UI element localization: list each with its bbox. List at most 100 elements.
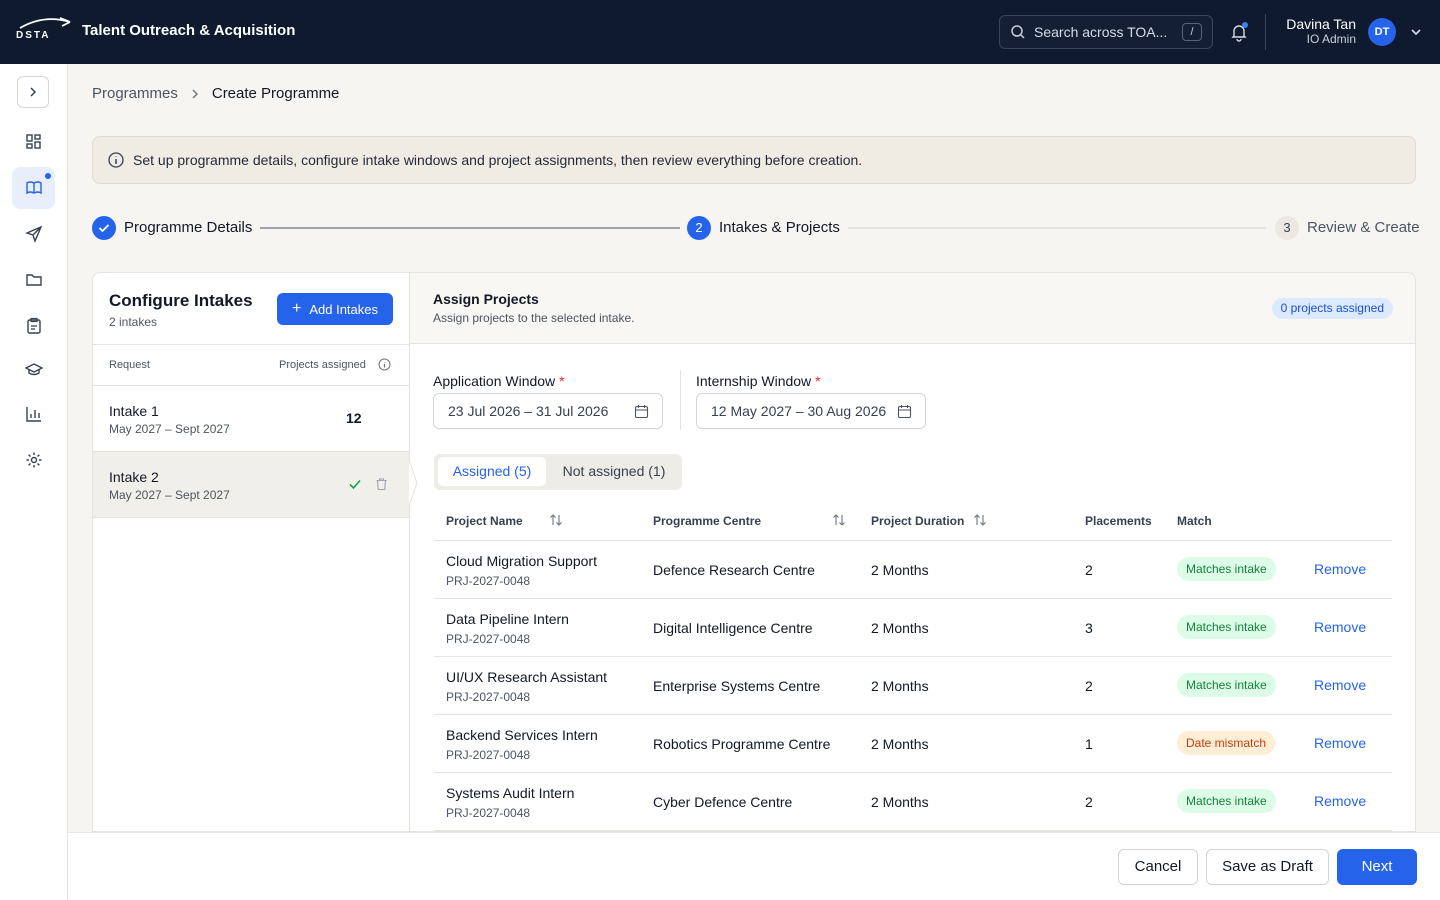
step-2-label[interactable]: Intakes & Projects: [719, 219, 840, 236]
project-duration: 2 Months: [871, 562, 929, 578]
sidebar-expand-button[interactable]: [17, 76, 49, 108]
notifications-button[interactable]: [1229, 22, 1249, 42]
app-title[interactable]: Talent Outreach & Acquisition: [82, 22, 295, 39]
divider: [680, 370, 681, 430]
breadcrumb-programmes-link[interactable]: Programmes: [92, 85, 178, 102]
required-mark: *: [815, 373, 821, 389]
info-icon[interactable]: [378, 358, 391, 371]
next-button[interactable]: Next: [1337, 849, 1417, 885]
table-row: Systems Audit Intern PRJ-2027-0048 Cyber…: [434, 773, 1392, 831]
match-status-badge: Matches intake: [1177, 673, 1276, 697]
project-code: PRJ-2027-0048: [446, 690, 531, 704]
sidebar: [0, 64, 68, 900]
add-intakes-button[interactable]: + Add Intakes: [277, 293, 393, 325]
selection-pointer: [401, 460, 418, 506]
col-match: Match: [1177, 514, 1212, 528]
intake-dates: May 2027 – Sept 2027: [109, 422, 230, 436]
col-programme-centre[interactable]: Programme Centre: [653, 514, 761, 528]
info-icon: [108, 152, 124, 168]
global-search[interactable]: Search across TOA... /: [999, 15, 1213, 49]
sidebar-item-tasks[interactable]: [12, 305, 55, 347]
dashboard-icon: [25, 134, 41, 149]
application-window-input[interactable]: 23 Jul 2026 – 31 Jul 2026: [433, 393, 663, 429]
calendar-icon[interactable]: [634, 404, 649, 419]
placements: 1: [1085, 736, 1093, 752]
tab-not-assigned[interactable]: Not assigned (1): [550, 457, 678, 486]
plus-icon: +: [292, 300, 302, 317]
project-name: Data Pipeline Intern: [446, 611, 569, 627]
book-icon: [25, 181, 42, 195]
remove-project-button[interactable]: Remove: [1314, 735, 1366, 751]
placements: 2: [1085, 794, 1093, 810]
sort-icon[interactable]: [973, 513, 987, 527]
intake-dates: May 2027 – Sept 2027: [109, 488, 230, 502]
assign-projects-title: Assign Projects: [433, 291, 539, 307]
remove-project-button[interactable]: Remove: [1314, 561, 1366, 577]
sidebar-item-settings[interactable]: [12, 439, 55, 481]
remove-project-button[interactable]: Remove: [1314, 619, 1366, 635]
breadcrumb-current: Create Programme: [211, 85, 340, 102]
programme-centre: Robotics Programme Centre: [653, 736, 831, 752]
calendar-icon[interactable]: [897, 404, 912, 419]
project-name: Systems Audit Intern: [446, 785, 575, 801]
dsta-logo[interactable]: DSTA: [16, 16, 74, 48]
col-placements: Placements: [1085, 514, 1152, 528]
top-bar: DSTA Talent Outreach & Acquisition Searc…: [0, 0, 1440, 64]
step-3-number: 3: [1275, 216, 1299, 240]
sidebar-item-dashboard[interactable]: [12, 121, 55, 163]
intake-projects-count: 12: [346, 410, 362, 426]
tab-assigned[interactable]: Assigned (5): [438, 457, 546, 486]
col-project-duration[interactable]: Project Duration: [871, 514, 964, 528]
divider: [1265, 14, 1266, 50]
col-project-name[interactable]: Project Name: [446, 514, 523, 528]
programme-centre: Enterprise Systems Centre: [653, 678, 821, 694]
sidebar-item-reports[interactable]: [12, 393, 55, 435]
clipboard-icon: [26, 317, 41, 334]
footer-actions: Cancel Save as Draft Next: [68, 832, 1440, 900]
search-icon: [1011, 25, 1025, 39]
internship-window-label: Internship Window *: [696, 373, 821, 389]
project-name: Backend Services Intern: [446, 727, 598, 743]
save-draft-button[interactable]: Save as Draft: [1206, 849, 1329, 885]
placements: 2: [1085, 678, 1093, 694]
sidebar-item-programmes[interactable]: [12, 167, 55, 209]
application-window-label: Application Window *: [433, 373, 565, 389]
intake-name: Intake 2: [109, 469, 159, 485]
project-duration: 2 Months: [871, 736, 929, 752]
trash-icon[interactable]: [375, 477, 388, 491]
sort-icon[interactable]: [832, 513, 846, 527]
step-1-label[interactable]: Programme Details: [124, 219, 252, 236]
project-name: UI/UX Research Assistant: [446, 669, 608, 685]
placements: 2: [1085, 562, 1093, 578]
project-name: Cloud Migration Support: [446, 553, 597, 569]
project-code: PRJ-2027-0048: [446, 632, 531, 646]
folder-icon: [25, 274, 42, 286]
sidebar-item-students[interactable]: [12, 349, 55, 391]
assign-projects-panel: Assign Projects Assign projects to the s…: [409, 272, 1416, 832]
settings-icon: [26, 452, 41, 468]
intakes-count: 2 intakes: [109, 315, 158, 329]
intake-row[interactable]: Intake 1 May 2027 – Sept 2027 12: [93, 386, 410, 452]
remove-project-button[interactable]: Remove: [1314, 793, 1366, 809]
internship-window-input[interactable]: 12 May 2027 – 30 Aug 2026: [696, 393, 926, 429]
sidebar-item-outreach[interactable]: [12, 213, 55, 255]
info-banner: Set up programme details, configure inta…: [92, 136, 1416, 184]
project-code: PRJ-2027-0048: [446, 806, 531, 820]
add-intakes-label: Add Intakes: [309, 301, 378, 317]
intake-row-selected[interactable]: Intake 2 May 2027 – Sept 2027: [93, 452, 410, 518]
info-banner-text: Set up programme details, configure inta…: [133, 152, 863, 168]
col-projects-assigned: Projects assigned: [279, 359, 366, 371]
assign-projects-header: Assign Projects Assign projects to the s…: [410, 273, 1415, 344]
search-input[interactable]: Search across TOA...: [1034, 24, 1182, 40]
remove-project-button[interactable]: Remove: [1314, 677, 1366, 693]
avatar[interactable]: DT: [1368, 18, 1396, 46]
match-status-badge: Matches intake: [1177, 615, 1276, 639]
chevron-down-icon[interactable]: [1408, 24, 1424, 40]
sidebar-item-files[interactable]: [12, 259, 55, 301]
cancel-button[interactable]: Cancel: [1118, 849, 1198, 885]
internship-window-value: 12 May 2027 – 30 Aug 2026: [711, 403, 887, 419]
sort-icon[interactable]: [549, 513, 563, 527]
check-icon[interactable]: [348, 477, 362, 491]
table-row: Cloud Migration Support PRJ-2027-0048 De…: [434, 541, 1392, 599]
step-3-label[interactable]: Review & Create: [1307, 219, 1420, 236]
